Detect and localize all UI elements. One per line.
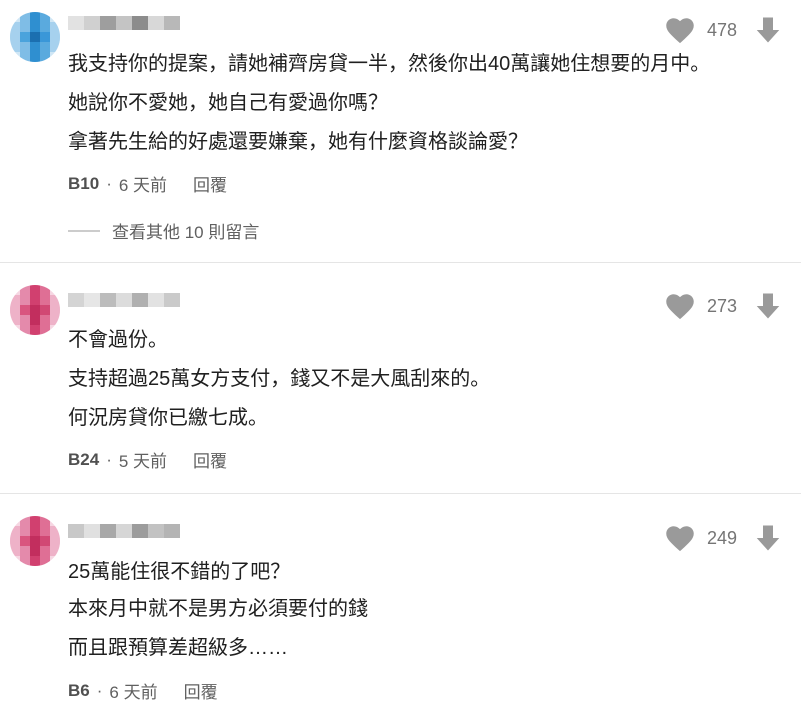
avatar[interactable] <box>10 12 60 62</box>
view-more-replies-label: 查看其他 10 則留言 <box>112 223 260 242</box>
avatar-pixelated-image <box>10 12 60 62</box>
comment-line: 拿著先生給的好處還要嫌棄，她有什麼資格談論愛？ <box>68 131 528 153</box>
heart-icon[interactable] <box>665 524 695 552</box>
comment: 249 25萬能住很不錯的了吧？ 本來月中就不是男方必須要付的錢 而且跟預算差超… <box>0 494 801 709</box>
separator: · <box>96 680 103 700</box>
heart-icon[interactable] <box>665 16 695 44</box>
reply-button[interactable]: 回覆 <box>193 171 227 196</box>
floor-number: B10 <box>68 173 100 193</box>
separator: · <box>106 173 112 193</box>
comment-line: 我支持你的提案，請她補齊房貸一半，然後你出40萬讓她住想要的月中。 <box>68 53 711 75</box>
timestamp: 6 天前 <box>118 176 168 195</box>
like-controls: 273 <box>665 291 783 321</box>
comment-meta: B10 · 6 天前 回覆 <box>68 171 227 196</box>
like-count: 273 <box>707 295 738 316</box>
floor-number: B6 <box>68 680 90 700</box>
username-redacted[interactable] <box>68 291 180 309</box>
divider-dash <box>68 229 100 232</box>
like-count: 478 <box>707 19 738 40</box>
view-more-replies-link[interactable]: 查看其他 10 則留言 <box>68 218 259 243</box>
comment-line: 她說你不愛她，她自己有愛過你嗎？ <box>68 92 388 114</box>
comment-line: 支持超過25萬女方支付，錢又不是大風刮來的。 <box>68 368 491 390</box>
avatar-pixelated-image <box>10 285 60 335</box>
floor-number: B24 <box>68 449 100 469</box>
comment-meta: B24 · 5 天前 回覆 <box>68 447 227 472</box>
separator: · <box>106 449 112 469</box>
comment-meta: B6 · 6 天前 回覆 <box>68 678 218 703</box>
like-controls: 249 <box>665 523 783 553</box>
like-controls: 478 <box>665 15 783 45</box>
timestamp: 6 天前 <box>109 683 158 702</box>
timestamp: 5 天前 <box>118 452 168 471</box>
thumb-down-arrow-icon[interactable] <box>753 523 783 553</box>
avatar-pixelated-image <box>10 516 60 566</box>
avatar[interactable] <box>10 285 60 335</box>
comment-line: 本來月中就不是男方必須要付的錢 <box>68 598 368 620</box>
username-redacted[interactable] <box>68 14 180 32</box>
username-redacted[interactable] <box>68 522 180 540</box>
reply-button[interactable]: 回覆 <box>193 447 227 472</box>
comment: 478 我支持你的提案，請她補齊房貸一半，然後你出40萬讓她住想要的月中。 她說… <box>0 0 801 262</box>
like-count: 249 <box>707 527 738 548</box>
reply-button[interactable]: 回覆 <box>184 678 218 703</box>
comment-line: 而且跟預算差超級多…… <box>68 637 288 659</box>
comment-line: 何況房貸你已繳七成。 <box>68 407 268 429</box>
thumb-down-arrow-icon[interactable] <box>753 291 783 321</box>
comment: 273 不會過份。 支持超過25萬女方支付，錢又不是大風刮來的。 何況房貸你已繳… <box>0 263 801 493</box>
comment-line: 25萬能住很不錯的了吧？ <box>68 561 291 583</box>
thumb-down-arrow-icon[interactable] <box>753 15 783 45</box>
avatar[interactable] <box>10 516 60 566</box>
comment-line: 不會過份。 <box>68 329 168 351</box>
heart-icon[interactable] <box>665 292 695 320</box>
